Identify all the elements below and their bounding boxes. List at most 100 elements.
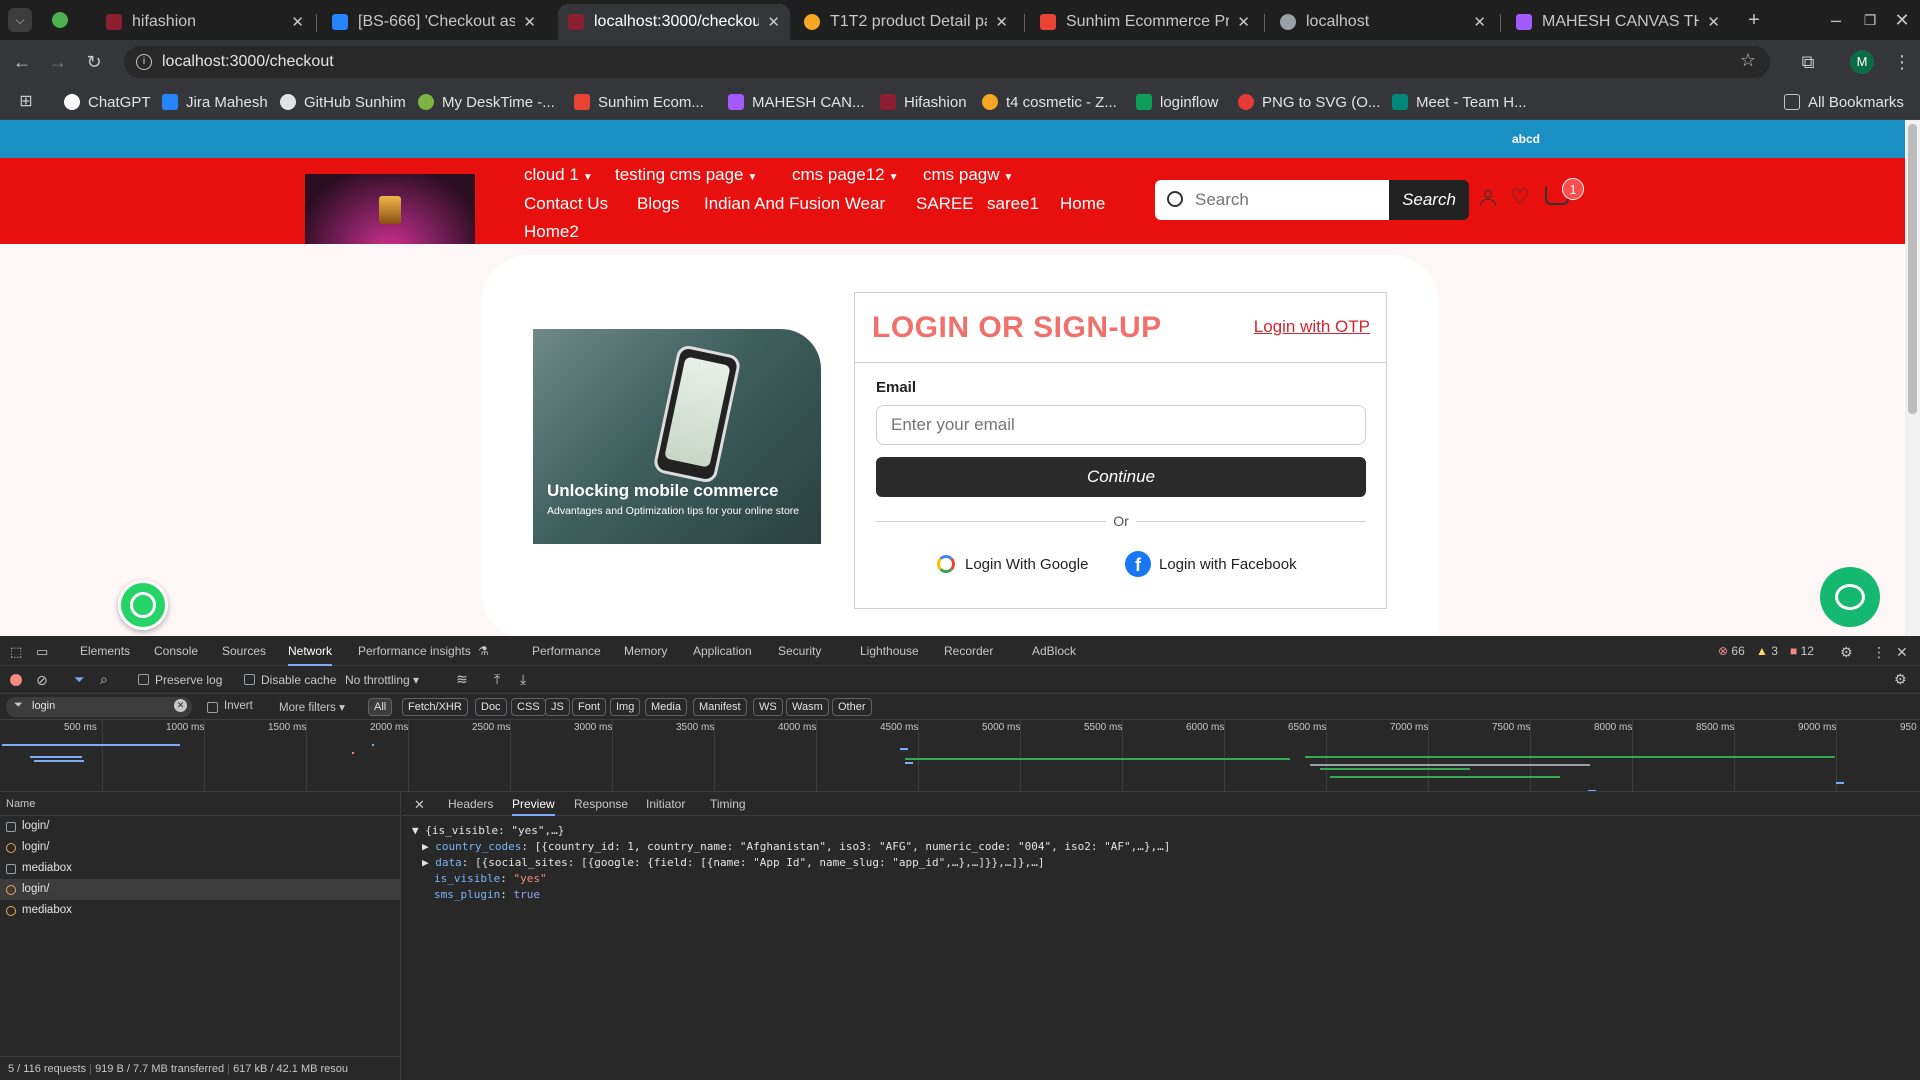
whatsapp-icon[interactable] <box>118 580 168 630</box>
bookmark-loginflow[interactable]: loginflow <box>1136 92 1218 112</box>
json-root[interactable]: ▼ {is_visible: "yes",…} <box>412 824 1170 840</box>
nav-home[interactable]: Home <box>1060 194 1105 214</box>
network-settings-gear-icon[interactable]: ⚙ <box>1894 671 1907 688</box>
request-row[interactable]: login/ <box>0 837 401 858</box>
detail-tab-preview[interactable]: Preview <box>512 797 555 816</box>
browser-tab-jira[interactable]: [BS-666] 'Checkout as a guest' ✕ <box>322 4 546 40</box>
search-input[interactable] <box>1155 180 1391 220</box>
bookmark-desktime[interactable]: My DeskTime -... <box>418 92 555 112</box>
detail-tab-response[interactable]: Response <box>574 797 628 811</box>
search-button[interactable]: Search <box>1389 180 1469 220</box>
detail-tab-headers[interactable]: Headers <box>448 797 493 811</box>
filter-type-img[interactable]: Img <box>610 698 641 716</box>
inspect-element-icon[interactable]: ⬚ <box>10 644 22 660</box>
close-detail-icon[interactable]: ✕ <box>414 797 425 813</box>
filter-input[interactable]: ⏷ login ✕ <box>6 697 192 717</box>
bookmark-github[interactable]: GitHub Sunhim <box>280 92 406 112</box>
apps-grid-icon[interactable]: ⊞ <box>14 90 38 114</box>
request-row[interactable]: mediabox <box>0 900 401 921</box>
login-google-button[interactable]: Login With Google <box>937 549 1088 579</box>
user-icon[interactable] <box>1480 190 1496 208</box>
import-har-icon[interactable]: ⤒ <box>494 671 500 688</box>
nav-blogs[interactable]: Blogs <box>637 194 680 214</box>
filter-type-media[interactable]: Media <box>645 698 687 716</box>
bookmark-chatgpt[interactable]: ChatGPT <box>64 92 151 112</box>
site-logo[interactable] <box>305 174 475 244</box>
detail-tab-timing[interactable]: Timing <box>710 797 746 811</box>
browser-tab-localhost[interactable]: localhost ✕ <box>1270 4 1496 40</box>
devtools-tab-elements[interactable]: Elements <box>80 644 130 658</box>
export-har-icon[interactable]: ⤓ <box>520 671 526 688</box>
bookmark-sunhim[interactable]: Sunhim Ecom... <box>574 92 704 112</box>
page-scrollbar[interactable] <box>1905 120 1920 636</box>
extensions-puzzle-icon[interactable]: ⧉ <box>1796 50 1820 74</box>
restore-icon[interactable]: ❐ <box>1858 8 1882 32</box>
profile-avatar[interactable]: M <box>1850 50 1874 74</box>
devtools-tab-memory[interactable]: Memory <box>624 644 667 658</box>
error-count[interactable]: ⊗ 66 <box>1718 644 1745 658</box>
filter-type-wasm[interactable]: Wasm <box>786 698 829 716</box>
devtools-tab-console[interactable]: Console <box>154 644 198 658</box>
preserve-log-checkbox[interactable] <box>138 674 149 685</box>
devtools-tab-performance[interactable]: Performance <box>532 644 601 658</box>
filter-type-font[interactable]: Font <box>572 698 607 716</box>
scrollbar-thumb[interactable] <box>1908 124 1917 414</box>
devtools-tab-application[interactable]: Application <box>693 644 752 658</box>
close-icon[interactable]: ✕ <box>291 13 304 31</box>
new-tab-plus-icon[interactable]: + <box>1742 8 1766 32</box>
browser-tab-hifashion[interactable]: hifashion ✕ <box>96 4 314 40</box>
nav-home2[interactable]: Home2 <box>524 222 579 242</box>
devtools-tab-adblock[interactable]: AdBlock <box>1032 644 1076 658</box>
devtools-tab-lighthouse[interactable]: Lighthouse <box>860 644 919 658</box>
bookmark-star-icon[interactable]: ☆ <box>1740 50 1756 71</box>
forward-arrow-icon[interactable]: → <box>46 50 70 74</box>
bookmark-meet[interactable]: Meet - Team H... <box>1392 92 1527 112</box>
login-facebook-button[interactable]: f Login with Facebook <box>1125 549 1297 579</box>
login-with-otp-link[interactable]: Login with OTP <box>1254 317 1370 337</box>
devtools-close-icon[interactable]: ✕ <box>1896 644 1908 661</box>
email-field[interactable] <box>876 405 1366 445</box>
bookmark-png-svg[interactable]: PNG to SVG (O... <box>1238 92 1380 112</box>
filter-funnel-icon[interactable]: ⏷ <box>74 672 84 688</box>
chrome-favicon-icon[interactable] <box>52 12 68 28</box>
nav-cms-pagw[interactable]: cms pagw ▼ <box>923 165 1013 185</box>
browser-tab-canvas[interactable]: MAHESH CANVAS THEME ✕ <box>1506 4 1730 40</box>
devtools-menu-icon[interactable]: ⋮ <box>1872 644 1886 661</box>
request-row[interactable]: mediabox <box>0 858 401 879</box>
throttling-select[interactable]: No throttling ▾ <box>345 673 419 687</box>
close-icon[interactable]: ✕ <box>1473 13 1486 31</box>
nav-indian-fusion-wear[interactable]: Indian And Fusion Wear <box>704 194 885 214</box>
clear-filter-icon[interactable]: ✕ <box>174 699 187 712</box>
nav-saree[interactable]: SAREE <box>916 194 974 214</box>
record-icon[interactable] <box>10 674 22 686</box>
devtools-tab-security[interactable]: Security <box>778 644 821 658</box>
filter-type-css[interactable]: CSS <box>511 698 546 716</box>
json-data[interactable]: ▶ data: [{social_sites: [{google: {field… <box>412 856 1170 872</box>
devtools-tab-sources[interactable]: Sources <box>222 644 266 658</box>
filter-type-ws[interactable]: WS <box>753 698 783 716</box>
filter-type-manifest[interactable]: Manifest <box>693 698 747 716</box>
devtools-tab-recorder[interactable]: Recorder <box>944 644 993 658</box>
filter-type-all[interactable]: All <box>368 698 393 716</box>
network-timeline-overview[interactable]: 500 ms 1000 ms 1500 ms 2000 ms 2500 ms 3000 m… <box>0 720 1920 792</box>
all-bookmarks[interactable]: All Bookmarks <box>1784 92 1904 112</box>
reload-icon[interactable]: ↻ <box>82 50 106 74</box>
continue-button[interactable]: Continue <box>876 457 1366 497</box>
tab-search-chevron-icon[interactable]: ⌵ <box>8 8 32 32</box>
warning-count[interactable]: ▲ 3 <box>1756 644 1778 658</box>
close-icon[interactable]: ✕ <box>1237 13 1250 31</box>
browser-menu-icon[interactable]: ⋮ <box>1890 50 1914 74</box>
close-icon[interactable]: ✕ <box>995 13 1008 31</box>
request-list-header[interactable]: Name <box>0 792 401 816</box>
bookmark-mahesh[interactable]: MAHESH CAN... <box>728 92 865 112</box>
bookmark-hifashion[interactable]: Hifashion <box>880 92 967 112</box>
nav-cloud-1[interactable]: cloud 1 ▼ <box>524 165 593 185</box>
close-window-icon[interactable]: ✕ <box>1890 8 1914 32</box>
filter-type-doc[interactable]: Doc <box>475 698 507 716</box>
site-info-icon[interactable]: i <box>136 54 152 70</box>
heart-icon[interactable]: ♡ <box>1510 184 1530 210</box>
disable-cache-checkbox[interactable] <box>244 674 255 685</box>
devtools-tab-performance-insights[interactable]: Performance insights <box>358 644 471 658</box>
filter-type-fetch-xhr[interactable]: Fetch/XHR <box>402 698 468 716</box>
filter-type-js[interactable]: JS <box>545 698 570 716</box>
